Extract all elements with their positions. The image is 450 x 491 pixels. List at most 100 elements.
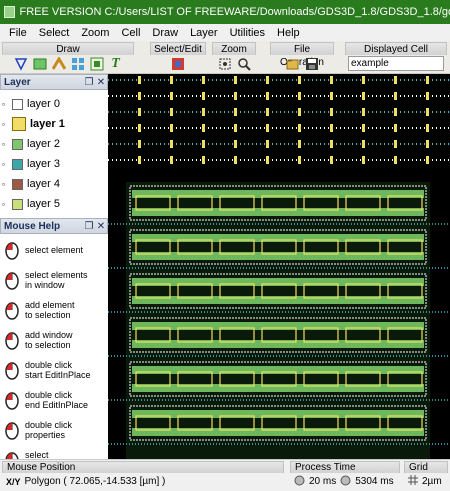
undock-icon[interactable]: ❐	[83, 221, 95, 232]
contact-mark	[362, 124, 365, 132]
layer-visibility-icon[interactable]: ▫	[2, 180, 12, 189]
layer-name: layer 2	[27, 138, 61, 150]
title-bar: FREE VERSION C:/Users/LIST OF FREEWARE/D…	[0, 0, 450, 24]
contact-mark	[138, 92, 141, 100]
contact-mark	[170, 76, 173, 84]
close-icon[interactable]: ✕	[95, 221, 107, 232]
menu-select[interactable]: Select	[33, 27, 76, 39]
contact-mark	[298, 76, 301, 84]
contact-mark	[330, 140, 333, 148]
layer-visibility-icon[interactable]: ▫	[2, 100, 12, 109]
menu-file[interactable]: File	[3, 27, 33, 39]
contact-mark	[362, 92, 365, 100]
mouse-help-detail: properties	[25, 430, 66, 440]
mouse-help-action: add window	[25, 330, 73, 340]
mouse-help-list: select element select elements in window ad…	[0, 234, 108, 475]
layer-row[interactable]: ▫ layer 5	[0, 194, 108, 214]
menu-utilities[interactable]: Utilities	[224, 27, 271, 39]
text-tool-icon[interactable]: T	[108, 56, 123, 71]
contact-mark	[426, 108, 429, 116]
layer-row[interactable]: ▫ layer 3	[0, 154, 108, 174]
contact-mark	[362, 140, 365, 148]
grid-icon	[408, 475, 418, 488]
zoom-group-label: Zoom	[212, 42, 256, 55]
contact-mark	[394, 124, 397, 132]
layer-swatch-icon	[12, 138, 23, 150]
layer-row[interactable]: ▫ layer 4	[0, 174, 108, 194]
mouse-icon	[5, 242, 19, 260]
contact-mark	[362, 156, 365, 164]
contact-mark	[202, 92, 205, 100]
mouse-help-action: double click	[25, 390, 73, 400]
contact-mark	[330, 156, 333, 164]
file-operation-group: File Operation	[270, 42, 334, 73]
polygon-tool-icon[interactable]	[13, 56, 28, 71]
menu-draw[interactable]: Draw	[146, 27, 184, 39]
array-tool-icon[interactable]	[70, 56, 85, 71]
contact-mark	[426, 140, 429, 148]
mouse-help-action: select elements	[25, 270, 88, 280]
layer-visibility-icon[interactable]: ▫	[2, 140, 12, 149]
contact-mark	[202, 76, 205, 84]
menu-zoom[interactable]: Zoom	[75, 27, 115, 39]
contact-mark	[266, 156, 269, 164]
layout-drawing[interactable]	[108, 74, 450, 459]
toolbar: Draw T Select/Edit Zoom File Operation D…	[0, 41, 450, 74]
layer-visibility-icon[interactable]: ▫	[2, 200, 12, 209]
zoom-fit-icon[interactable]	[217, 56, 232, 71]
displayed-cell-label: Displayed Cell	[345, 42, 447, 55]
menu-layer[interactable]: Layer	[184, 27, 224, 39]
contact-mark	[138, 140, 141, 148]
menu-cell[interactable]: Cell	[115, 27, 146, 39]
layer-row[interactable]: ▫ layer 2	[0, 134, 108, 154]
menu-help[interactable]: Help	[271, 27, 306, 39]
contact-mark	[138, 76, 141, 84]
undock-icon[interactable]: ❐	[83, 77, 95, 88]
mouse-icon	[5, 422, 19, 440]
contact-mark	[298, 156, 301, 164]
contact-mark	[426, 124, 429, 132]
layer-row[interactable]: ▫ layer 1	[0, 114, 108, 134]
contact-mark	[266, 124, 269, 132]
mouse-icon	[5, 392, 19, 410]
layer-panel-title: Layer	[4, 76, 31, 88]
mouse-help-item: add window to selection	[0, 325, 108, 355]
contact-mark	[298, 140, 301, 148]
zoom-search-icon[interactable]	[236, 56, 251, 71]
layer-swatch-icon	[12, 198, 23, 210]
process-time-value: 20 ms	[309, 476, 337, 487]
displayed-cell-select[interactable]: example	[348, 56, 444, 71]
contact-mark	[426, 92, 429, 100]
contact-mark	[138, 124, 141, 132]
layout-canvas[interactable]	[108, 74, 450, 459]
mouse-help-detail: to selection	[25, 310, 71, 320]
mouse-help-panel: Mouse Help ❐ ✕ select element select elem…	[0, 218, 108, 470]
mouse-help-item: double click properties	[0, 415, 108, 445]
cell-ref-icon[interactable]	[89, 56, 104, 71]
grid-value: 2µm	[422, 476, 442, 487]
box-tool-icon[interactable]	[32, 56, 47, 71]
contact-mark	[266, 92, 269, 100]
save-icon[interactable]	[304, 56, 319, 71]
window-title: FREE VERSION C:/Users/LIST OF FREEWARE/D…	[19, 6, 450, 18]
file-operation-group-label: File Operation	[270, 42, 334, 68]
contact-mark	[234, 108, 237, 116]
layer-visibility-icon[interactable]: ▫	[2, 120, 12, 129]
contact-mark	[170, 124, 173, 132]
layer-visibility-icon[interactable]: ▫	[2, 160, 12, 169]
mouse-icon	[5, 362, 19, 380]
process-time-group: Process Time 20 ms 5304 ms	[290, 461, 400, 491]
grid-label: Grid	[404, 461, 448, 473]
close-icon[interactable]: ✕	[95, 77, 107, 88]
layer-row[interactable]: ▫ layer 0	[0, 94, 108, 114]
contact-mark	[394, 76, 397, 84]
select-edit-icon[interactable]	[171, 56, 186, 71]
grid-group: Grid 2µm	[404, 461, 448, 491]
contact-mark	[330, 76, 333, 84]
contact-mark	[394, 108, 397, 116]
path-tool-icon[interactable]	[51, 56, 66, 71]
open-folder-icon[interactable]	[285, 56, 300, 71]
layer-name: layer 1	[30, 118, 65, 130]
mouse-help-detail: to selection	[25, 340, 71, 350]
contact-mark	[202, 124, 205, 132]
